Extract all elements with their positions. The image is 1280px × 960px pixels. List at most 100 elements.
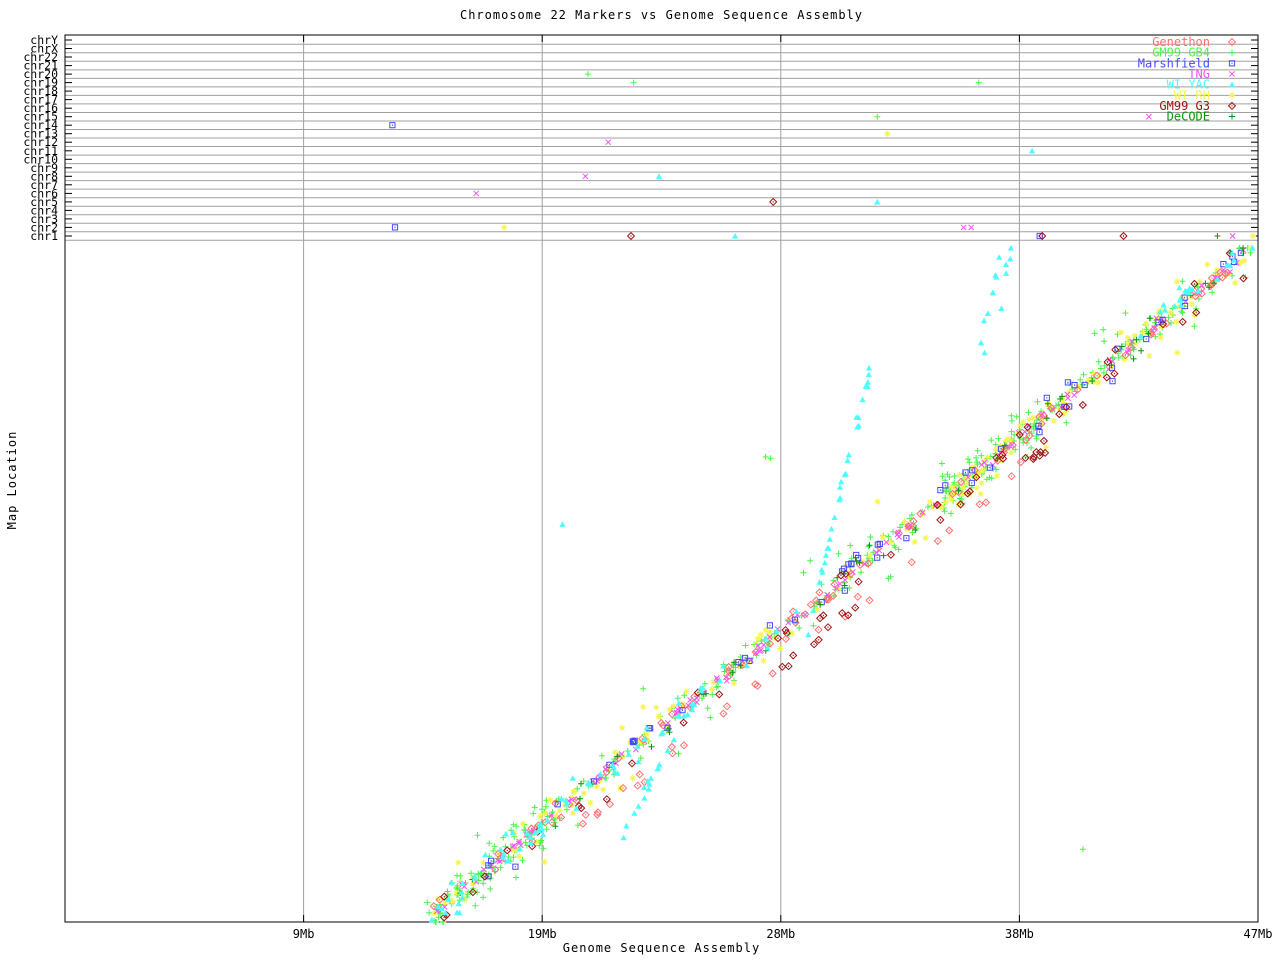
marker-gm99-g3 <box>1041 438 1048 445</box>
marker-wi-rh <box>516 853 522 859</box>
marker-gm99-g3 <box>770 199 777 206</box>
marker-wi-rh <box>1189 301 1195 307</box>
marker-wi-yac <box>621 835 627 841</box>
marker-wi-rh <box>927 499 933 505</box>
marker-gm99-gb4 <box>939 461 945 467</box>
marker-wi-rh <box>1158 335 1164 341</box>
marker-gm99-gb4 <box>952 473 958 479</box>
marker-gm99-gb4 <box>468 870 474 876</box>
marker-wi-rh <box>501 224 507 230</box>
marker-gm99-gb4 <box>858 569 864 575</box>
marker-gm99-gb4 <box>966 459 972 465</box>
marker-gm99-gb4 <box>801 570 807 576</box>
marker-gm99-gb4 <box>426 910 432 916</box>
marker-wi-yac <box>837 484 843 490</box>
marker-gm99-gb4 <box>768 455 774 461</box>
marker-wi-rh <box>670 703 676 709</box>
marker-gm99-gb4 <box>1179 278 1185 284</box>
marker-marshfield <box>1037 233 1042 238</box>
marker-wi-yac <box>866 365 872 371</box>
marker-gm99-gb4 <box>866 544 872 550</box>
marker-wi-rh <box>537 813 543 819</box>
marker-genethon <box>634 782 641 789</box>
marker-gm99-gb4 <box>1014 414 1020 420</box>
marker-genethon <box>976 501 983 508</box>
marker-gm99-gb4 <box>530 811 536 817</box>
legend-marker-gm99-gb4 <box>1229 50 1235 56</box>
marker-wi-rh <box>542 810 548 816</box>
marker-wi-rh <box>1168 310 1174 316</box>
marker-wi-rh <box>761 658 767 664</box>
marker-gm99-gb4 <box>513 875 519 881</box>
marker-wi-rh <box>1232 280 1238 286</box>
marker-wi-yac <box>985 310 991 316</box>
marker-genethon <box>1008 473 1015 480</box>
marker-genethon <box>783 636 790 643</box>
marker-genethon <box>636 771 643 778</box>
marker-gm99-gb4 <box>475 832 481 838</box>
marker-wi-rh <box>1118 329 1124 335</box>
marker-tng <box>1146 114 1151 119</box>
marker-gm99-gb4 <box>540 845 546 851</box>
scatter-plot: chrYchrXchr22chr21chr20chr19chr18chr17ch… <box>0 0 1280 960</box>
xtick-label: 9Mb <box>293 927 315 941</box>
marker-tng <box>1106 367 1111 372</box>
marker-gm99-gb4 <box>1092 330 1098 336</box>
marker-gm99-g3 <box>1103 374 1110 381</box>
marker-wi-yac <box>528 840 534 846</box>
marker-wi-yac <box>823 552 829 558</box>
marker-gm99-g3 <box>811 641 818 648</box>
marker-gm99-gb4 <box>707 715 713 721</box>
xtick-label: 19Mb <box>528 927 557 941</box>
marker-gm99-g3 <box>855 578 862 585</box>
marker-wi-yac <box>635 803 641 809</box>
marker-wi-yac <box>845 457 851 463</box>
marker-gm99-g3 <box>1079 402 1086 409</box>
marker-wi-rh <box>902 519 908 525</box>
marker-gm99-gb4 <box>1081 372 1087 378</box>
marker-gm99-gb4 <box>521 827 527 833</box>
marker-wi-rh <box>943 499 949 505</box>
marker-gm99-g3 <box>1033 449 1040 456</box>
marker-gm99-gb4 <box>975 448 981 454</box>
marker-wi-rh <box>1146 353 1152 359</box>
marker-gm99-gb4 <box>973 455 979 461</box>
marker-wi-rh <box>1250 233 1256 239</box>
marker-gm99-g3 <box>779 663 786 670</box>
marker-tng <box>583 174 588 179</box>
marker-wi-yac <box>1029 148 1035 154</box>
marker-wi-rh <box>978 491 984 497</box>
marker-gm99-g3 <box>1022 455 1029 462</box>
marker-gm99-gb4 <box>454 873 460 879</box>
marker-wi-rh <box>1043 445 1049 451</box>
marker-gm99-g3 <box>1120 233 1127 240</box>
marker-gm99-gb4 <box>743 643 749 649</box>
marker-wi-rh <box>630 775 636 781</box>
legend-marker-decode <box>1229 114 1235 120</box>
legend-marker-wi-rh <box>1229 92 1235 98</box>
marker-gm99-gb4 <box>599 753 605 759</box>
marker-gm99-g3 <box>852 604 859 611</box>
marker-tng <box>1230 233 1235 238</box>
marker-wi-yac <box>860 397 866 403</box>
marker-gm99-gb4 <box>1100 327 1106 333</box>
marker-wi-rh <box>1008 450 1014 456</box>
marker-genethon <box>1017 459 1024 466</box>
chart-page: chrYchrXchr22chr21chr20chr19chr18chr17ch… <box>0 0 1280 960</box>
marker-marshfield <box>767 623 772 628</box>
marker-wi-yac <box>732 233 738 239</box>
marker-wi-rh <box>1003 438 1009 444</box>
marker-wi-yac <box>559 521 565 527</box>
marker-gm99-gb4 <box>807 558 813 564</box>
marker-wi-rh <box>985 455 991 461</box>
marker-wi-yac <box>1007 256 1013 262</box>
marker-wi-rh <box>709 686 715 692</box>
marker-wi-yac <box>998 305 1004 311</box>
marker-gm99-gb4 <box>1026 410 1032 416</box>
marker-gm99-g3 <box>937 517 944 524</box>
marker-gm99-gb4 <box>631 80 637 86</box>
marker-wi-yac <box>1003 261 1009 267</box>
marker-gm99-gb4 <box>867 534 873 540</box>
marker-wi-rh <box>1051 418 1057 424</box>
marker-wi-yac <box>805 632 811 638</box>
